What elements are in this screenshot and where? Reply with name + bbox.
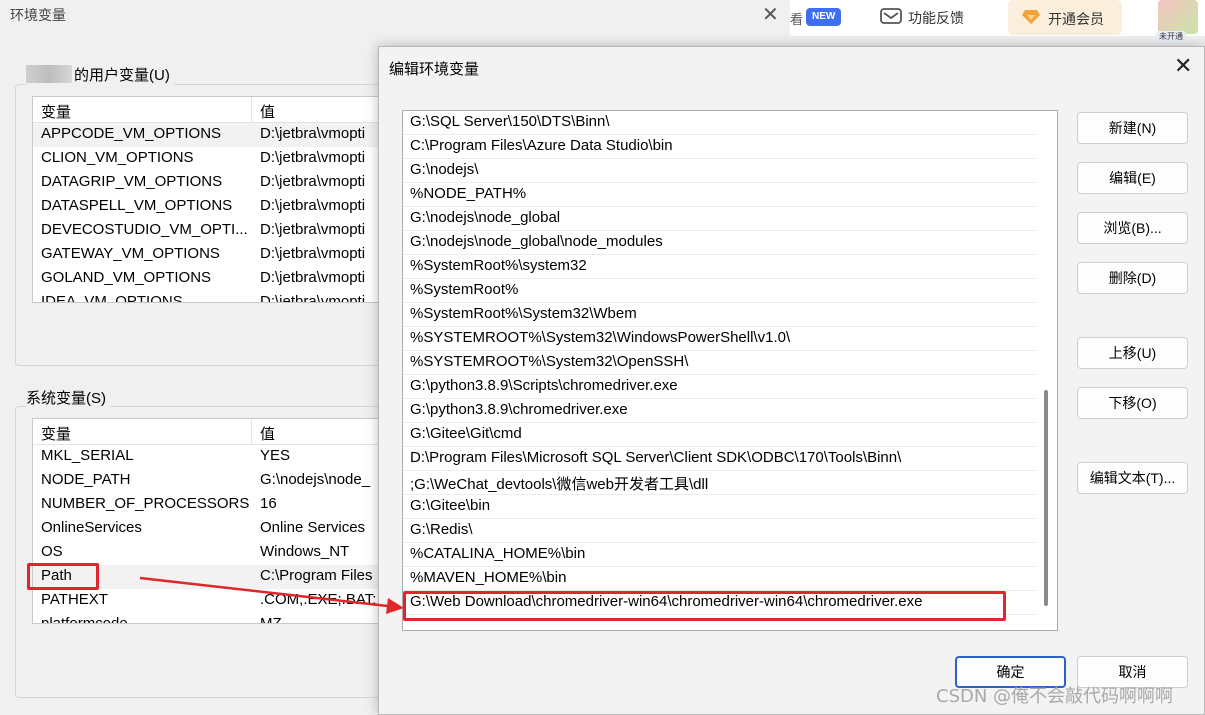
delete-button[interactable]: 删除(D) xyxy=(1077,262,1188,294)
new-badge: NEW xyxy=(806,8,842,26)
table-row[interactable]: OnlineServices Online Services xyxy=(33,517,391,541)
user-vars-header: 变量 值 xyxy=(33,97,391,123)
diamond-icon xyxy=(1022,10,1040,24)
table-row[interactable]: APPCODE_VM_OPTIONS D:\jetbra\vmopti xyxy=(33,123,391,147)
user-vars-list[interactable]: 变量 值 APPCODE_VM_OPTIONS D:\jetbra\vmopti … xyxy=(32,96,392,303)
vip-label: 开通会员 xyxy=(1048,11,1104,27)
table-row[interactable]: NUMBER_OF_PROCESSORS 16 xyxy=(33,493,391,517)
list-item[interactable]: G:\Redis\ xyxy=(403,519,1037,543)
list-item[interactable]: %SYSTEMROOT%\System32\WindowsPowerShell\… xyxy=(403,327,1037,351)
move-down-button[interactable]: 下移(O) xyxy=(1077,387,1188,419)
table-row[interactable]: GOLAND_VM_OPTIONS D:\jetbra\vmopti xyxy=(33,267,391,291)
dialog-title: 编辑环境变量 xyxy=(389,61,480,78)
list-item[interactable]: G:\Gitee\Git\cmd xyxy=(403,423,1037,447)
highlight-box-new-path xyxy=(403,591,1006,621)
table-row[interactable]: OS Windows_NT xyxy=(33,541,391,565)
header-value[interactable]: 值 xyxy=(252,97,283,122)
highlight-box-path-variable xyxy=(27,563,99,590)
list-item[interactable]: G:\Gitee\bin xyxy=(403,495,1037,519)
table-row[interactable]: DEVECOSTUDIO_VM_OPTI... D:\jetbra\vmopti xyxy=(33,219,391,243)
close-icon[interactable]: ✕ xyxy=(1174,53,1192,79)
list-item[interactable]: G:\nodejs\ xyxy=(403,159,1037,183)
list-item[interactable]: %NODE_PATH% xyxy=(403,183,1037,207)
browse-button[interactable]: 浏览(B)... xyxy=(1077,212,1188,244)
truncated-text: 看 xyxy=(790,12,804,27)
header-variable[interactable]: 变量 xyxy=(33,419,252,444)
top-toolbar: 看 NEW 功能反馈 开通会员 未开通 xyxy=(790,0,1205,43)
list-item[interactable]: G:\nodejs\node_global xyxy=(403,207,1037,231)
list-item[interactable]: G:\SQL Server\150\DTS\Binn\ xyxy=(403,111,1037,135)
scrollbar-thumb[interactable] xyxy=(1044,390,1048,606)
edit-text-button[interactable]: 编辑文本(T)... xyxy=(1077,462,1188,494)
blurred-username xyxy=(26,65,72,83)
feedback-link[interactable]: 功能反馈 xyxy=(908,8,964,28)
list-item[interactable]: %SystemRoot% xyxy=(403,279,1037,303)
table-row[interactable]: GATEWAY_VM_OPTIONS D:\jetbra\vmopti xyxy=(33,243,391,267)
list-item[interactable]: %SystemRoot%\System32\Wbem xyxy=(403,303,1037,327)
watermark: CSDN @俺不会敲代码啊啊啊 xyxy=(936,686,1174,707)
list-item[interactable]: %SystemRoot%\system32 xyxy=(403,255,1037,279)
edit-button[interactable]: 编辑(E) xyxy=(1077,162,1188,194)
list-item[interactable]: ;G:\WeChat_devtools\微信web开发者工具\dll xyxy=(403,471,1037,495)
table-row[interactable]: DATASPELL_VM_OPTIONS D:\jetbra\vmopti xyxy=(33,195,391,219)
mail-icon[interactable] xyxy=(880,7,902,25)
table-row[interactable]: NODE_PATH G:\nodejs\node_ xyxy=(33,469,391,493)
move-up-button[interactable]: 上移(U) xyxy=(1077,337,1188,369)
list-item[interactable]: G:\nodejs\node_global\node_modules xyxy=(403,231,1037,255)
list-item[interactable]: G:\python3.8.9\Scripts\chromedriver.exe xyxy=(403,375,1037,399)
table-row[interactable]: IDEA_VM_OPTIONS D:\jetbra\vmopti xyxy=(33,291,391,302)
list-item[interactable]: G:\python3.8.9\chromedriver.exe xyxy=(403,399,1037,423)
close-icon[interactable]: ✕ xyxy=(762,2,779,27)
list-item[interactable]: %CATALINA_HOME%\bin xyxy=(403,543,1037,567)
window-title: 环境变量 xyxy=(10,7,66,23)
user-vars-label: 的用户变量(U) xyxy=(26,64,174,85)
header-value[interactable]: 值 xyxy=(252,419,283,444)
table-row[interactable]: DATAGRIP_VM_OPTIONS D:\jetbra\vmopti xyxy=(33,171,391,195)
table-row[interactable]: MKL_SERIAL YES xyxy=(33,445,391,469)
system-vars-list[interactable]: 变量 值 MKL_SERIAL YES NODE_PATH G:\nodejs\no… xyxy=(32,418,392,624)
table-row[interactable]: CLION_VM_OPTIONS D:\jetbra\vmopti xyxy=(33,147,391,171)
header-variable[interactable]: 变量 xyxy=(33,97,252,122)
table-row[interactable]: PATHEXT .COM;.EXE;.BAT;. xyxy=(33,589,391,613)
system-vars-label: 系统变量(S) xyxy=(26,387,110,408)
path-entries-list[interactable]: G:\SQL Server\150\DTS\Binn\ C:\Program F… xyxy=(402,110,1058,631)
system-vars-header: 变量 值 xyxy=(33,419,391,445)
table-row[interactable]: platformcode MZ xyxy=(33,613,391,623)
avatar[interactable] xyxy=(1158,0,1198,34)
list-item[interactable]: D:\Program Files\Microsoft SQL Server\Cl… xyxy=(403,447,1037,471)
list-item[interactable]: %SYSTEMROOT%\System32\OpenSSH\ xyxy=(403,351,1037,375)
membership-status-badge: 未开通 xyxy=(1156,31,1186,43)
list-item[interactable]: C:\Program Files\Azure Data Studio\bin xyxy=(403,135,1037,159)
vip-button[interactable]: 开通会员 xyxy=(1008,0,1122,35)
list-item[interactable]: %MAVEN_HOME%\bin xyxy=(403,567,1037,591)
new-button[interactable]: 新建(N) xyxy=(1077,112,1188,144)
